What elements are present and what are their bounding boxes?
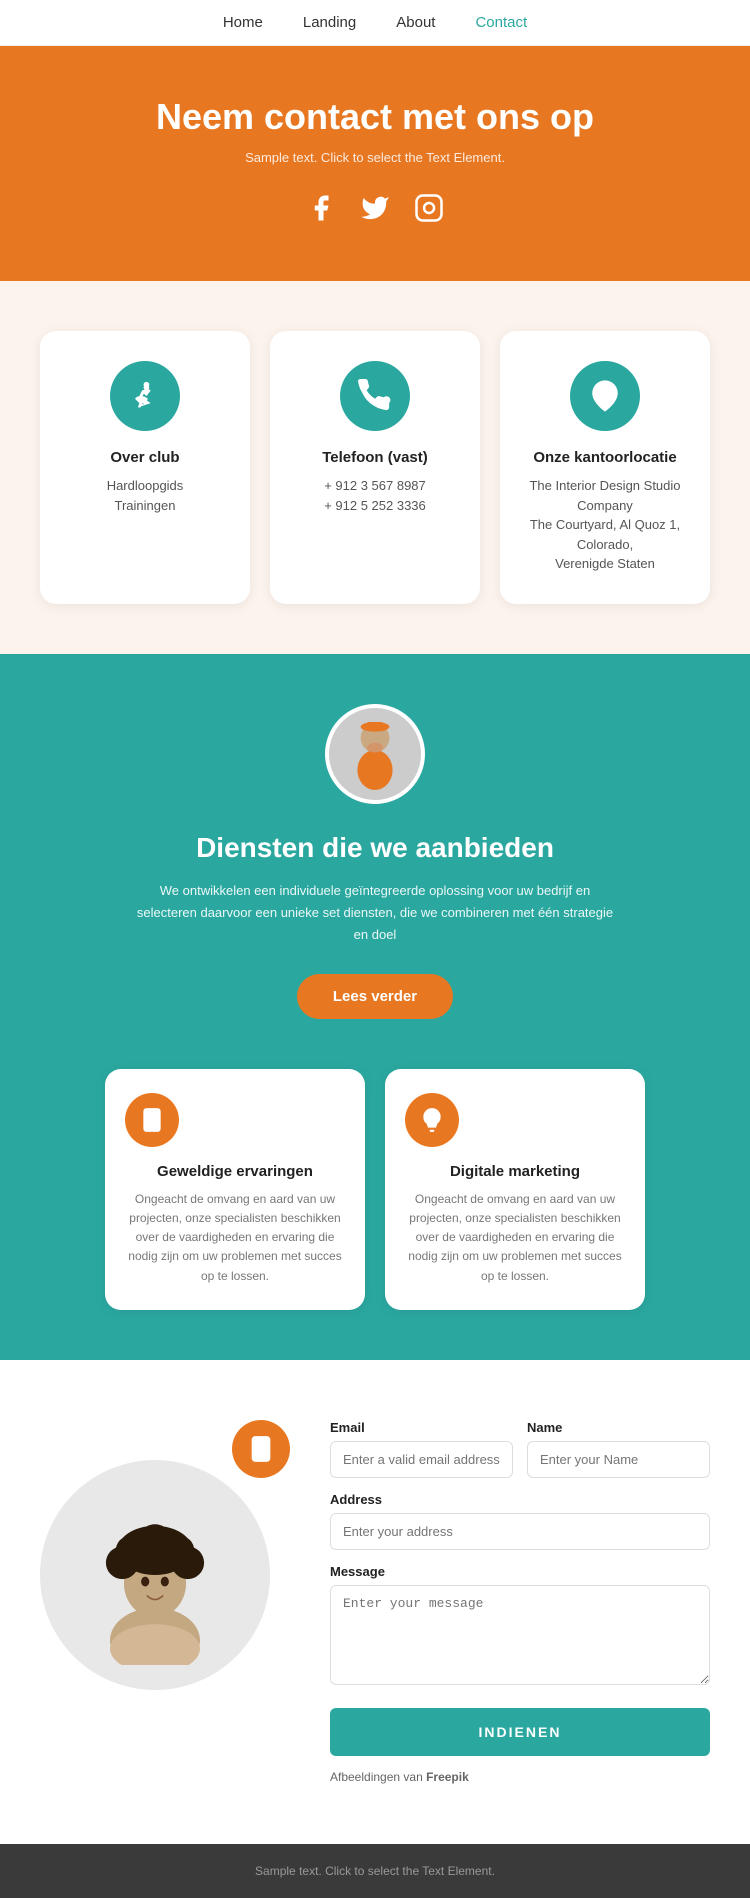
nav-contact[interactable]: Contact (475, 14, 527, 31)
card-locatie-text: The Interior Design Studio Company The C… (520, 476, 690, 574)
address-label: Address (330, 1492, 710, 1507)
runner-icon (110, 361, 180, 431)
teal-title: Diensten die we aanbieden (30, 832, 720, 864)
card-locatie: Onze kantoorlocatie The Interior Design … (500, 331, 710, 604)
phone-icon (340, 361, 410, 431)
instagram-icon[interactable] (414, 193, 444, 231)
service-ervaringen-desc: Ongeacht de omvang en aard van uw projec… (125, 1190, 345, 1286)
card-over-club-text: Hardloopgids Trainingen (60, 476, 230, 515)
email-label: Email (330, 1420, 513, 1435)
message-group: Message (330, 1564, 710, 1690)
mobile-icon (125, 1093, 179, 1147)
freepik-note: Afbeeldingen van Freepik (330, 1770, 710, 1784)
phone-badge-icon (232, 1420, 290, 1478)
location-icon (570, 361, 640, 431)
name-input[interactable] (527, 1441, 710, 1478)
service-cards: Geweldige ervaringen Ongeacht de omvang … (30, 1069, 720, 1310)
hero-subtitle[interactable]: Sample text. Click to select the Text El… (20, 150, 730, 165)
navigation: Home Landing About Contact (0, 0, 750, 46)
contact-form: Email Name Address Message INDIENEN Afbe… (330, 1420, 710, 1784)
card-over-club-title: Over club (60, 449, 230, 466)
service-marketing-title: Digitale marketing (405, 1163, 625, 1180)
info-cards-section: Over club Hardloopgids Trainingen Telefo… (0, 281, 750, 654)
teal-section: Diensten die we aanbieden We ontwikkelen… (0, 654, 750, 1360)
teal-description: We ontwikkelen een individuele geïntegre… (135, 880, 615, 946)
service-ervaringen-title: Geweldige ervaringen (125, 1163, 345, 1180)
submit-button[interactable]: INDIENEN (330, 1708, 710, 1756)
nav-home[interactable]: Home (223, 14, 263, 31)
name-group: Name (527, 1420, 710, 1478)
message-label: Message (330, 1564, 710, 1579)
facebook-icon[interactable] (306, 193, 336, 231)
card-telefoon: Telefoon (vast) + 912 3 567 8987 + 912 5… (270, 331, 480, 604)
footer: Sample text. Click to select the Text El… (0, 1844, 750, 1898)
address-input[interactable] (330, 1513, 710, 1550)
message-input[interactable] (330, 1585, 710, 1685)
name-label: Name (527, 1420, 710, 1435)
person-avatar (40, 1460, 270, 1690)
service-card-ervaringen: Geweldige ervaringen Ongeacht de omvang … (105, 1069, 365, 1310)
card-locatie-title: Onze kantoorlocatie (520, 449, 690, 466)
contact-left (40, 1420, 300, 1690)
nav-landing[interactable]: Landing (303, 14, 356, 31)
contact-section: Email Name Address Message INDIENEN Afbe… (0, 1360, 750, 1844)
hero-section: Neem contact met ons op Sample text. Cli… (0, 46, 750, 281)
hero-title: Neem contact met ons op (20, 96, 730, 138)
form-row-email-name: Email Name (330, 1420, 710, 1478)
service-card-marketing: Digitale marketing Ongeacht de omvang en… (385, 1069, 645, 1310)
service-marketing-desc: Ongeacht de omvang en aard van uw projec… (405, 1190, 625, 1286)
lees-verder-button[interactable]: Lees verder (297, 974, 453, 1019)
card-over-club: Over club Hardloopgids Trainingen (40, 331, 250, 604)
email-input[interactable] (330, 1441, 513, 1478)
card-telefoon-text: + 912 3 567 8987 + 912 5 252 3336 (290, 476, 460, 515)
nav-about[interactable]: About (396, 14, 435, 31)
email-group: Email (330, 1420, 513, 1478)
address-group: Address (330, 1492, 710, 1550)
bulb-icon (405, 1093, 459, 1147)
cards-row: Over club Hardloopgids Trainingen Telefo… (30, 331, 720, 604)
avatar (325, 704, 425, 804)
card-telefoon-title: Telefoon (vast) (290, 449, 460, 466)
twitter-icon[interactable] (360, 193, 390, 231)
social-icons (20, 193, 730, 231)
footer-text[interactable]: Sample text. Click to select the Text El… (20, 1864, 730, 1878)
